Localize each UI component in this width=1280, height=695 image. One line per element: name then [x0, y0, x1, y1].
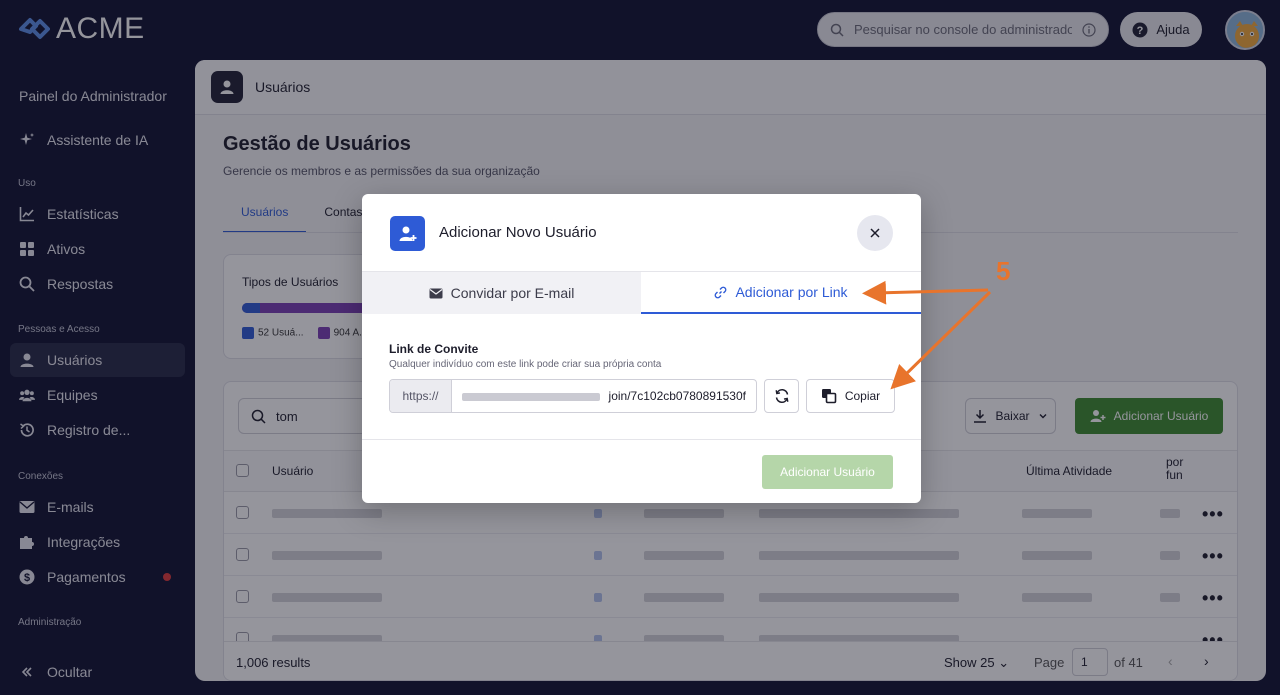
arrow-to-link-tab [862, 280, 989, 305]
annotation-arrows [862, 280, 992, 390]
arrow-to-copy-button [890, 290, 992, 390]
